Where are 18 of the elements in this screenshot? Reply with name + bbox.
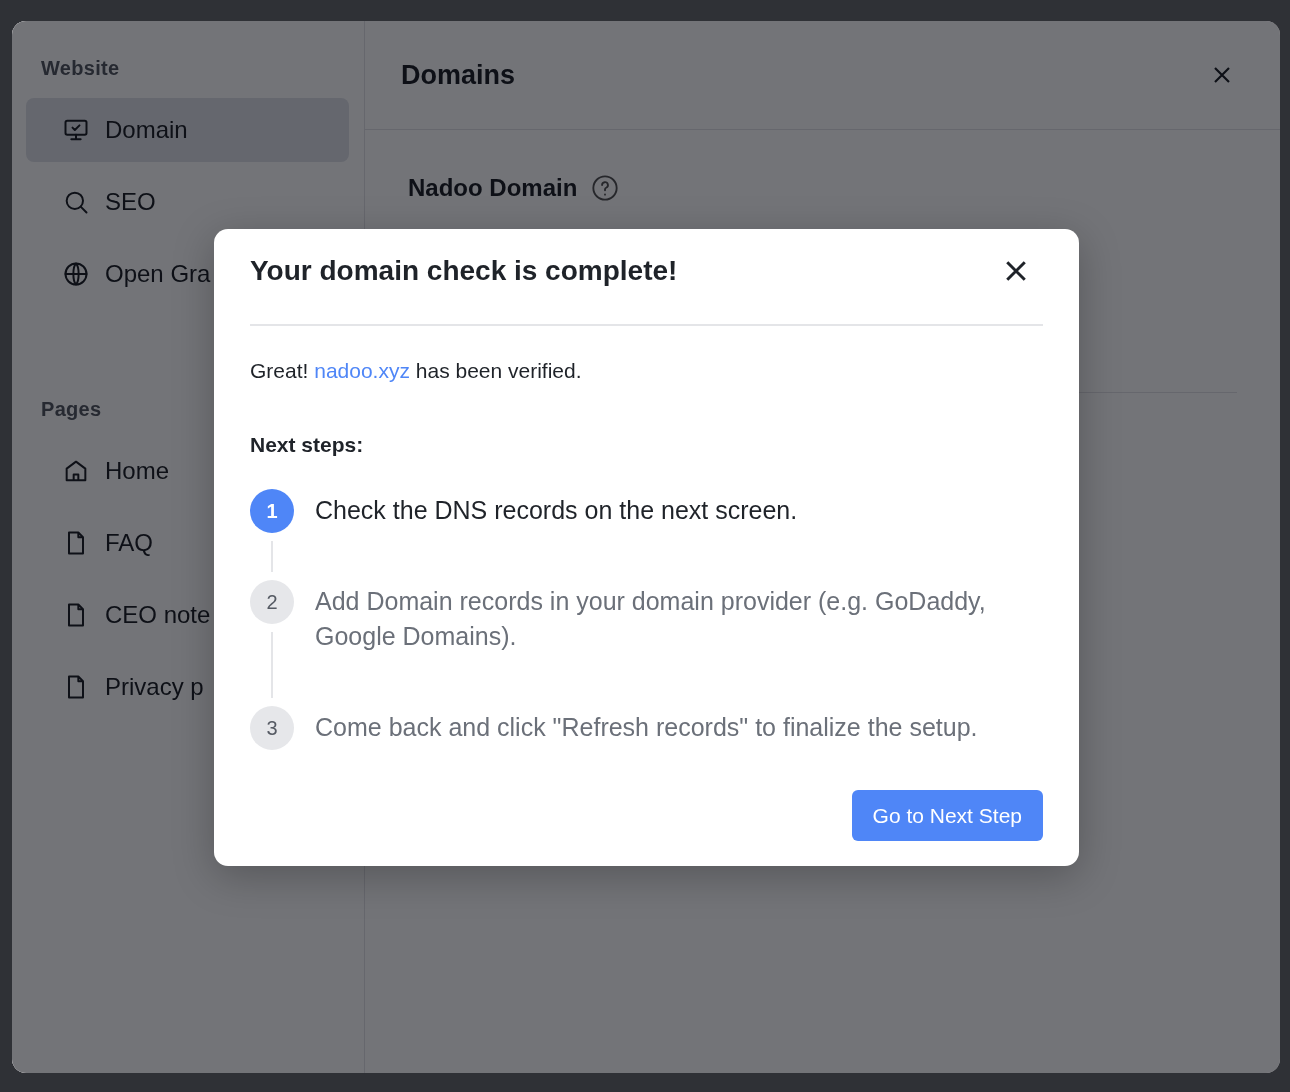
- field-label: Nadoo Domain: [408, 174, 578, 202]
- section-heading: Pages: [40, 398, 103, 422]
- section-heading: Website: [40, 57, 121, 81]
- domain-link[interactable]: nadoo.xyz: [314, 359, 410, 382]
- step-number: 3: [250, 706, 294, 750]
- verified-message: Great! nadoo.xyz has been verified.: [250, 359, 583, 383]
- sidebar-item[interactable]: Domain: [26, 98, 349, 162]
- dialog-title: Your domain check is complete!: [250, 254, 678, 287]
- step-number: 2: [250, 580, 294, 624]
- step-number: 1: [250, 489, 294, 533]
- step-text: Check the DNS records on the next screen.: [315, 495, 799, 526]
- help-icon[interactable]: [591, 174, 620, 202]
- step-text: Add Domain records in your domain provider (e.g. GoDaddy, Google Domains).: [315, 586, 987, 652]
- next-step-button[interactable]: Go to Next Step: [851, 790, 1043, 841]
- globe-icon: [62, 260, 90, 288]
- sidebar-item[interactable]: SEO: [26, 170, 349, 234]
- page-title: Domains: [401, 59, 516, 91]
- steps-heading: Next steps:: [250, 433, 365, 457]
